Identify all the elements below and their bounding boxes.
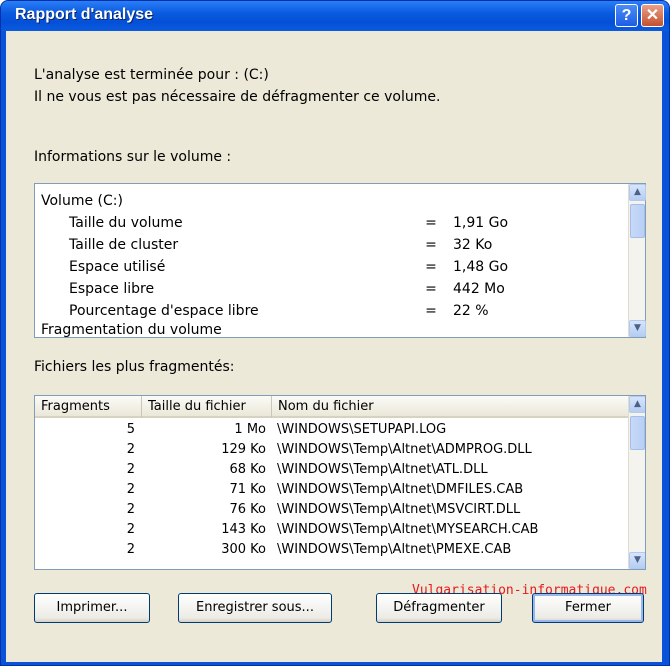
filename-cell: \WINDOWS\Temp\Altnet\ATL.DLL bbox=[277, 462, 488, 477]
scroll-thumb[interactable] bbox=[630, 416, 645, 450]
equals-sign: = bbox=[425, 237, 437, 253]
volume-row-name: Espace utilisé bbox=[69, 259, 166, 275]
scroll-down-arrow-icon[interactable]: ▼ bbox=[629, 552, 645, 569]
window-title: Rapport d'analyse bbox=[15, 6, 154, 23]
column-header-fragments[interactable]: Fragments bbox=[35, 396, 142, 418]
scroll-thumb[interactable] bbox=[630, 204, 645, 238]
volume-row-name: Taille du volume bbox=[69, 215, 183, 231]
filename-cell: \WINDOWS\Temp\Altnet\DMFILES.CAB bbox=[277, 482, 524, 497]
scroll-up-arrow-icon[interactable]: ▲ bbox=[629, 396, 645, 413]
volume-row-name: Pourcentage d'espace libre bbox=[69, 303, 259, 319]
fragments-cell: 2 bbox=[126, 542, 135, 557]
filename-cell: \WINDOWS\Temp\Altnet\MYSEARCH.CAB bbox=[277, 522, 539, 537]
size-cell: 71 Ko bbox=[229, 482, 266, 497]
equals-sign: = bbox=[425, 303, 437, 319]
volume-row-value: 32 Ko bbox=[453, 237, 493, 253]
filename-cell: \WINDOWS\Temp\Altnet\ADMPROG.DLL bbox=[277, 442, 532, 457]
fragments-cell: 2 bbox=[126, 502, 135, 517]
volume-row-value: 442 Mo bbox=[453, 281, 505, 297]
fragments-cell: 2 bbox=[126, 482, 135, 497]
volume-heading: Volume (C:) bbox=[41, 193, 123, 209]
equals-sign: = bbox=[425, 259, 437, 275]
size-cell: 129 Ko bbox=[221, 442, 266, 457]
size-cell: 300 Ko bbox=[221, 542, 266, 557]
filename-cell: \WINDOWS\SETUPAPI.LOG bbox=[277, 422, 447, 437]
filename-cell: \WINDOWS\Temp\Altnet\MSVCIRT.DLL bbox=[277, 502, 521, 517]
fragments-cell: 2 bbox=[126, 442, 135, 457]
list-header: Fragments Taille du fichier Nom du fichi… bbox=[35, 396, 628, 418]
defragment-button[interactable]: Défragmenter bbox=[376, 593, 502, 623]
close-button[interactable]: Fermer bbox=[532, 593, 644, 623]
size-cell: 143 Ko bbox=[221, 522, 266, 537]
size-cell: 76 Ko bbox=[229, 502, 266, 517]
analysis-status-text: L'analyse est terminée pour : (C:) bbox=[34, 67, 269, 83]
column-header-filename[interactable]: Nom du fichier bbox=[272, 396, 632, 418]
volume-row-name: Taille de cluster bbox=[69, 237, 179, 253]
files-scrollbar[interactable]: ▲ ▼ bbox=[628, 396, 645, 569]
close-window-button[interactable]: ✕ bbox=[641, 4, 664, 27]
analysis-advice-text: Il ne vous est pas nécessaire de défragm… bbox=[34, 89, 441, 105]
title-bar[interactable]: Rapport d'analyse ? ✕ bbox=[1, 1, 669, 31]
help-button[interactable]: ? bbox=[615, 4, 638, 27]
scroll-down-arrow-icon[interactable]: ▼ bbox=[629, 320, 646, 337]
print-button[interactable]: Imprimer... bbox=[34, 593, 150, 623]
column-header-size[interactable]: Taille du fichier bbox=[142, 396, 272, 418]
equals-sign: = bbox=[425, 281, 437, 297]
volume-scrollbar[interactable]: ▲ ▼ bbox=[628, 184, 646, 337]
analysis-report-dialog: Rapport d'analyse ? ✕ L'analyse est term… bbox=[0, 0, 670, 666]
dialog-body: L'analyse est terminée pour : (C:) Il ne… bbox=[6, 31, 662, 662]
volume-row-value: 1,91 Go bbox=[453, 215, 509, 231]
filename-cell: \WINDOWS\Temp\Altnet\PMEXE.CAB bbox=[277, 542, 512, 557]
volume-info-label: Informations sur le volume : bbox=[34, 149, 232, 165]
equals-sign: = bbox=[425, 215, 437, 231]
volume-info-panel[interactable]: Volume (C:) Taille du volume = 1,91 Go T… bbox=[34, 183, 646, 338]
fragmentation-heading: Fragmentation du volume bbox=[41, 322, 222, 338]
volume-row-name: Espace libre bbox=[69, 281, 155, 297]
fragments-cell: 2 bbox=[126, 522, 135, 537]
size-cell: 68 Ko bbox=[229, 462, 266, 477]
scroll-up-arrow-icon[interactable]: ▲ bbox=[629, 184, 646, 201]
fragments-cell: 5 bbox=[126, 422, 135, 437]
save-as-button[interactable]: Enregistrer sous... bbox=[178, 593, 332, 623]
volume-row-value: 22 % bbox=[453, 303, 489, 319]
volume-row-value: 1,48 Go bbox=[453, 259, 509, 275]
size-cell: 1 Mo bbox=[234, 422, 266, 437]
fragments-cell: 2 bbox=[126, 462, 135, 477]
fragmented-files-list[interactable]: Fragments Taille du fichier Nom du fichi… bbox=[34, 395, 646, 570]
fragmented-files-label: Fichiers les plus fragmentés: bbox=[34, 359, 235, 375]
